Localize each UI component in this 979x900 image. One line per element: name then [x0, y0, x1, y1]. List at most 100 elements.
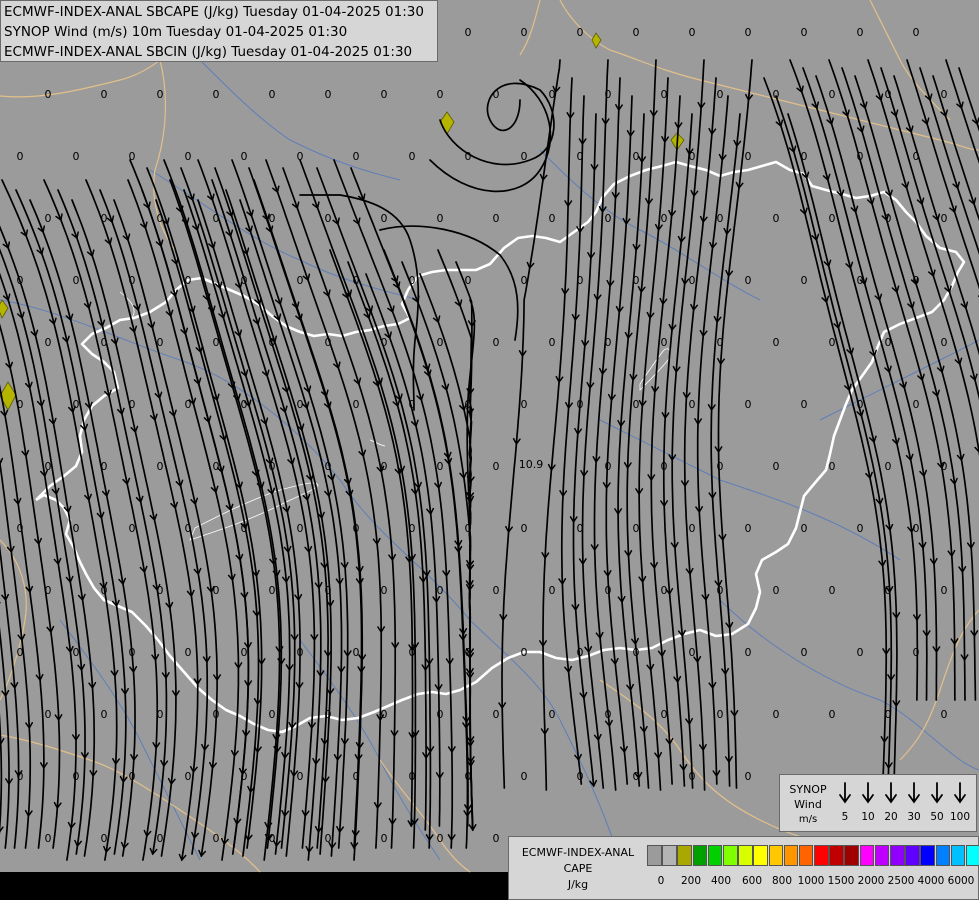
wind-legend-arrow	[885, 782, 897, 804]
cin-value-label: 0	[129, 770, 136, 783]
cape-tick-label: 4000	[917, 875, 945, 887]
cin-value-label: 0	[465, 150, 472, 163]
cin-value-label: 0	[157, 212, 164, 225]
cin-value-label: 0	[493, 460, 500, 473]
cin-value-label: 0	[465, 522, 472, 535]
cin-value-label: 0	[745, 646, 752, 659]
cin-value-label: 0	[829, 584, 836, 597]
cape-tick-label: 2000	[857, 875, 885, 887]
cin-value-label: 0	[633, 522, 640, 535]
cin-value-label: 0	[549, 212, 556, 225]
cin-value-label: 0	[885, 336, 892, 349]
cin-value-label: 0	[157, 708, 164, 721]
map-canvas: 0 0 0 0 0 0 0 0 0 0 0 0 0 0 0 0 0 0 0 0 0 0 0 0 0 0 0 0 0 0 0 0 0 0 0 0 0 0 0 0…	[0, 0, 979, 900]
cin-value-label: 0	[493, 708, 500, 721]
cin-value-label: 0	[605, 584, 612, 597]
cin-value-label: 0	[45, 832, 52, 845]
wind-legend-speed: 10	[861, 811, 875, 823]
cin-value-label: 0	[913, 522, 920, 535]
cin-value-label: 0	[157, 832, 164, 845]
cin-value-label: 0	[241, 274, 248, 287]
cin-special-label: 10.9	[519, 458, 544, 471]
cin-value-label: 0	[577, 522, 584, 535]
cape-legend-title: ECMWF-INDEX-ANAL CAPE J/kg	[521, 846, 635, 891]
cape-tick-label: 1000	[797, 875, 825, 887]
cin-value-label: 0	[857, 522, 864, 535]
cape-tick-label: 2500	[887, 875, 915, 887]
cin-value-label: 0	[241, 150, 248, 163]
cin-value-label: 0	[661, 212, 668, 225]
cin-value-label: 0	[325, 460, 332, 473]
weather-map: 0 0 0 0 0 0 0 0 0 0 0 0 0 0 0 0 0 0 0 0 0 0 0 0 0 0 0 0 0 0 0 0 0 0 0 0 0 0 0 0…	[0, 0, 979, 900]
cin-value-label: 0	[857, 398, 864, 411]
title-sbcin: ECMWF-INDEX-ANAL SBCIN (J/kg) Tuesday 01…	[4, 44, 413, 60]
cin-value-label: 0	[745, 274, 752, 287]
map-background	[0, 0, 979, 872]
cin-value-label: 0	[521, 646, 528, 659]
cin-value-label: 0	[801, 522, 808, 535]
cin-value-label: 0	[689, 26, 696, 39]
cin-value-label: 0	[409, 150, 416, 163]
cin-value-label: 0	[381, 460, 388, 473]
cin-value-label: 0	[241, 646, 248, 659]
cin-value-label: 0	[465, 398, 472, 411]
wind-legend-speed: 30	[907, 811, 921, 823]
cin-value-label: 0	[549, 584, 556, 597]
cin-value-label: 0	[185, 398, 192, 411]
cape-swatch	[647, 845, 662, 866]
cin-value-label: 0	[745, 770, 752, 783]
cin-value-label: 0	[605, 88, 612, 101]
cin-value-label: 0	[941, 584, 948, 597]
cin-value-label: 0	[829, 460, 836, 473]
cin-value-label: 0	[17, 770, 24, 783]
cin-value-label: 0	[45, 584, 52, 597]
wind-legend-speed: 5	[841, 811, 849, 823]
cin-value-label: 0	[941, 708, 948, 721]
cin-value-label: 0	[73, 646, 80, 659]
cin-value-label: 0	[717, 708, 724, 721]
cin-value-label: 0	[717, 584, 724, 597]
cin-value-label: 0	[17, 150, 24, 163]
cape-swatch	[814, 845, 829, 866]
wind-legend-arrow	[908, 782, 920, 804]
cin-value-label: 0	[633, 398, 640, 411]
cin-value-label: 0	[885, 708, 892, 721]
cin-value-label: 0	[661, 460, 668, 473]
cin-value-label: 0	[409, 522, 416, 535]
cin-value-label: 0	[437, 212, 444, 225]
cin-value-label: 0	[185, 150, 192, 163]
cin-value-label: 0	[297, 770, 304, 783]
cin-value-label: 0	[493, 212, 500, 225]
cin-value-label: 0	[437, 584, 444, 597]
cin-value-label: 0	[213, 460, 220, 473]
cin-value-label: 0	[661, 584, 668, 597]
cin-value-label: 0	[45, 460, 52, 473]
cin-value-label: 0	[437, 832, 444, 845]
cin-value-label: 0	[745, 398, 752, 411]
cape-swatch	[950, 845, 966, 866]
cin-value-label: 0	[101, 336, 108, 349]
cin-value-label: 0	[829, 336, 836, 349]
cin-value-label: 0	[913, 646, 920, 659]
cin-value-label: 0	[689, 522, 696, 535]
cin-value-label: 0	[325, 336, 332, 349]
cin-value-label: 0	[493, 832, 500, 845]
cin-value-label: 0	[885, 212, 892, 225]
cape-swatch	[920, 845, 935, 866]
cape-tick-label: 400	[710, 875, 732, 887]
cin-value-label: 0	[577, 150, 584, 163]
cape-swatch	[935, 845, 951, 866]
cin-value-label: 0	[465, 770, 472, 783]
cin-value-label: 0	[45, 88, 52, 101]
cin-value-label: 0	[773, 88, 780, 101]
wind-legend-arrow	[862, 782, 874, 804]
cin-value-label: 0	[269, 584, 276, 597]
cin-value-label: 0	[101, 584, 108, 597]
cin-value-label: 0	[857, 274, 864, 287]
cin-value-label: 0	[409, 274, 416, 287]
cin-value-label: 0	[325, 88, 332, 101]
cin-value-label: 0	[633, 150, 640, 163]
cape-swatch	[783, 845, 799, 866]
cin-value-label: 0	[213, 584, 220, 597]
cape-tick-label: 600	[741, 875, 763, 887]
